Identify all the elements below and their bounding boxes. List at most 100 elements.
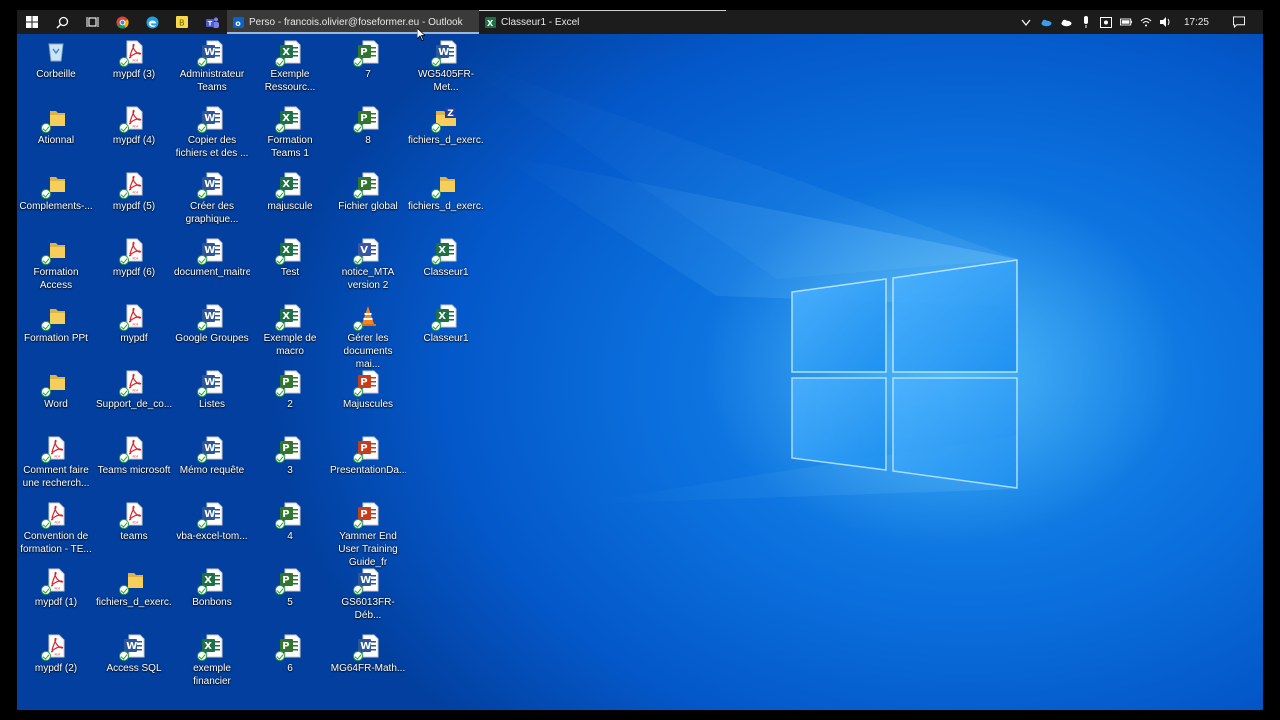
chevron-up-icon[interactable]	[1020, 16, 1032, 28]
desktop-icon[interactable]: PDF Comment faire une recherch...	[17, 436, 95, 490]
onedrive-business-icon[interactable]	[1040, 16, 1052, 28]
taskbar-notes[interactable]: B	[167, 10, 197, 34]
desktop-icon-label: Administrateur Teams	[179, 69, 245, 93]
zip-file-icon: Z	[431, 106, 458, 133]
clock[interactable]: 17:25	[1184, 17, 1209, 28]
svg-text:V: V	[360, 245, 368, 256]
taskbar-chrome[interactable]	[107, 10, 137, 34]
desktop-icon-label: Bonbons	[192, 597, 232, 608]
svg-text:P: P	[282, 509, 289, 520]
desktop-icon[interactable]: X Exemple de macro	[251, 304, 329, 358]
desktop-icon[interactable]: PDF mypdf (1)	[17, 568, 95, 609]
excel-file-icon: X	[275, 304, 302, 331]
desktop-icon[interactable]: PDF mypdf (4)	[95, 106, 173, 147]
desktop-icon[interactable]: W Copier des fichiers et des ...	[173, 106, 251, 160]
word-file-icon: W	[197, 238, 224, 265]
desktop-icon[interactable]: W Listes	[173, 370, 251, 411]
desktop-icon[interactable]: PDF Teams microsoft	[95, 436, 173, 477]
svg-text:Z: Z	[447, 109, 454, 119]
desktop-icon[interactable]: P6	[251, 634, 329, 675]
desktop-icon[interactable]: W Mémo requête	[173, 436, 251, 477]
svg-text:W: W	[204, 113, 215, 124]
desktop-icon[interactable]: PDF mypdf (6)	[95, 238, 173, 279]
svg-text:P: P	[360, 47, 367, 58]
taskbar-edge[interactable]	[137, 10, 167, 34]
desktop-icon[interactable]: Formation Access	[17, 238, 95, 292]
desktop-icon[interactable]: PDF Convention de formation - TE...	[17, 502, 95, 556]
folder-file-icon	[41, 370, 68, 397]
taskbar-excel-window[interactable]: X Classeur1 - Excel	[479, 10, 726, 34]
svg-text:P: P	[282, 443, 289, 454]
wifi-icon[interactable]	[1140, 16, 1152, 28]
desktop-icon[interactable]: P Fichier global	[329, 172, 407, 213]
svg-text:X: X	[204, 575, 212, 586]
notification-icon[interactable]	[1233, 16, 1245, 28]
desktop-icon[interactable]: W Administrateur Teams	[173, 40, 251, 94]
desktop-icon[interactable]: Wdocument_maitre	[173, 238, 251, 279]
desktop-icon[interactable]: W GS6013FR-Déb...	[329, 568, 407, 622]
desktop-icon[interactable]: X Classeur1	[407, 238, 485, 279]
folder-file-icon	[41, 238, 68, 265]
sync-check-icon	[275, 189, 285, 199]
desktop-icon[interactable]: Corbeille	[17, 40, 95, 81]
desktop-icon[interactable]: PDF mypdf	[95, 304, 173, 345]
desktop-icon[interactable]: P8	[329, 106, 407, 147]
desktop-icon[interactable]: Xmajuscule	[251, 172, 329, 213]
desktop-icon[interactable]: PDF mypdf (3)	[95, 40, 173, 81]
onedrive-icon[interactable]	[1060, 16, 1072, 28]
outlook-icon: o	[233, 16, 244, 28]
desktop-icon[interactable]: P Majuscules	[329, 370, 407, 411]
sync-check-icon	[41, 321, 51, 331]
desktop-icon[interactable]: Xexemple financier	[173, 634, 251, 688]
desktop-icon[interactable]: PDF Support_de_co...	[95, 370, 173, 411]
desktop-icon[interactable]: Ationnal	[17, 106, 95, 147]
desktop-icon[interactable]: W WG5405FR-Met...	[407, 40, 485, 94]
taskbar-teams[interactable]: T	[197, 10, 227, 34]
svg-text:W: W	[204, 311, 215, 322]
battery-icon[interactable]	[1119, 16, 1132, 28]
desktop-icon[interactable]: W MG64FR-Math...	[329, 634, 407, 675]
desktop-icon[interactable]: W Google Groupes	[173, 304, 251, 345]
desktop-icon-label: vba-excel-tom...	[176, 531, 248, 542]
desktop-icon[interactable]: Complements-...	[17, 172, 95, 213]
desktop-icon[interactable]: P7	[329, 40, 407, 81]
desktop-icon-label: Convention de formation - TE...	[20, 531, 92, 555]
desktop-icon[interactable]: Gérer les documents mai...	[329, 304, 407, 371]
desktop-icon[interactable]: X Formation Teams 1	[251, 106, 329, 160]
desktop-icon[interactable]: P4	[251, 502, 329, 543]
pdf-file-icon: PDF	[119, 304, 146, 331]
desktop-icon[interactable]: PDF teams	[95, 502, 173, 543]
desktop-icon[interactable]: W Access SQL	[95, 634, 173, 675]
desktop-icon[interactable]: X Exemple Ressourc...	[251, 40, 329, 94]
desktop-icon[interactable]: P PresentationDa...	[329, 436, 407, 477]
desktop-icon[interactable]: Zfichiers_d_exerc...	[407, 106, 485, 147]
desktop-icon[interactable]: Vnotice_MTA version 2	[329, 238, 407, 292]
desktop-icon[interactable]: P5	[251, 568, 329, 609]
desktop-icon[interactable]: fichiers_d_exerc...	[95, 568, 173, 609]
desktop-icon[interactable]: Word	[17, 370, 95, 411]
desktop-icon[interactable]: X Bonbons	[173, 568, 251, 609]
sync-check-icon	[431, 321, 441, 331]
desktop-icon[interactable]: fichiers_d_exerc...	[407, 172, 485, 213]
desktop-icon[interactable]: W Créer des graphique...	[173, 172, 251, 226]
sync-check-icon	[353, 453, 363, 463]
search-button[interactable]	[47, 10, 77, 34]
volume-icon[interactable]	[1159, 16, 1172, 28]
desktop-icon[interactable]: P2	[251, 370, 329, 411]
microphone-icon[interactable]	[1080, 16, 1092, 28]
task-view-button[interactable]	[77, 10, 107, 34]
desktop-icon[interactable]: P3	[251, 436, 329, 477]
taskbar-outlook-window[interactable]: o Perso - francois.olivier@foseformer.eu…	[227, 10, 479, 34]
desktop-icon[interactable]: P Yammer End User Training Guide_fr	[329, 502, 407, 569]
screen-capture-icon[interactable]	[1099, 16, 1112, 28]
desktop-icon[interactable]: Wvba-excel-tom...	[173, 502, 251, 543]
folder-file-icon	[431, 172, 458, 199]
desktop-icon[interactable]: PDF mypdf (2)	[17, 634, 95, 675]
desktop-icon-label: majuscule	[267, 201, 313, 212]
desktop-icon[interactable]: Formation PPt	[17, 304, 95, 345]
pdf-file-icon: PDF	[119, 436, 146, 463]
desktop-icon[interactable]: X Test	[251, 238, 329, 279]
start-button[interactable]	[17, 10, 47, 34]
desktop-icon[interactable]: PDF mypdf (5)	[95, 172, 173, 213]
desktop-icon[interactable]: X Classeur1	[407, 304, 485, 345]
